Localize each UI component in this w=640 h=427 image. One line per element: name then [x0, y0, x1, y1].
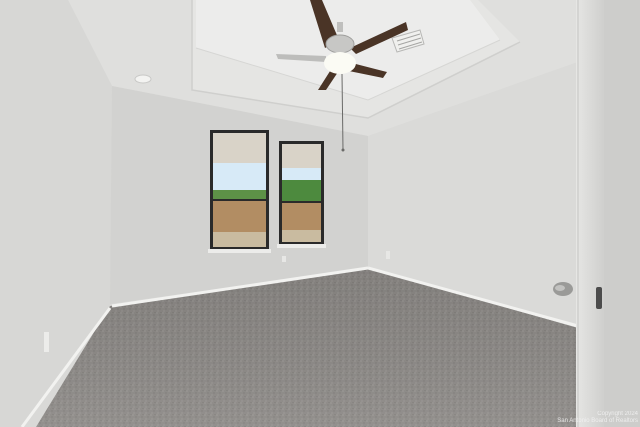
copyright-watermark: Copyright 2024 San Antonio Board of Real…	[557, 411, 638, 425]
vacant-bedroom-photo	[0, 0, 640, 427]
outlet-left-wall	[44, 332, 49, 352]
outlet-back-wall	[282, 256, 286, 262]
door[interactable]	[576, 0, 640, 427]
watermark-line-1: Copyright 2024	[597, 411, 638, 417]
watermark-line-2: San Antonio Board of Realtors	[557, 418, 638, 424]
smoke-detector-icon	[134, 74, 152, 84]
door-knob-icon[interactable]	[553, 282, 573, 296]
window-right	[277, 141, 326, 248]
window-left	[208, 130, 271, 253]
outlet-right-wall	[386, 251, 390, 259]
